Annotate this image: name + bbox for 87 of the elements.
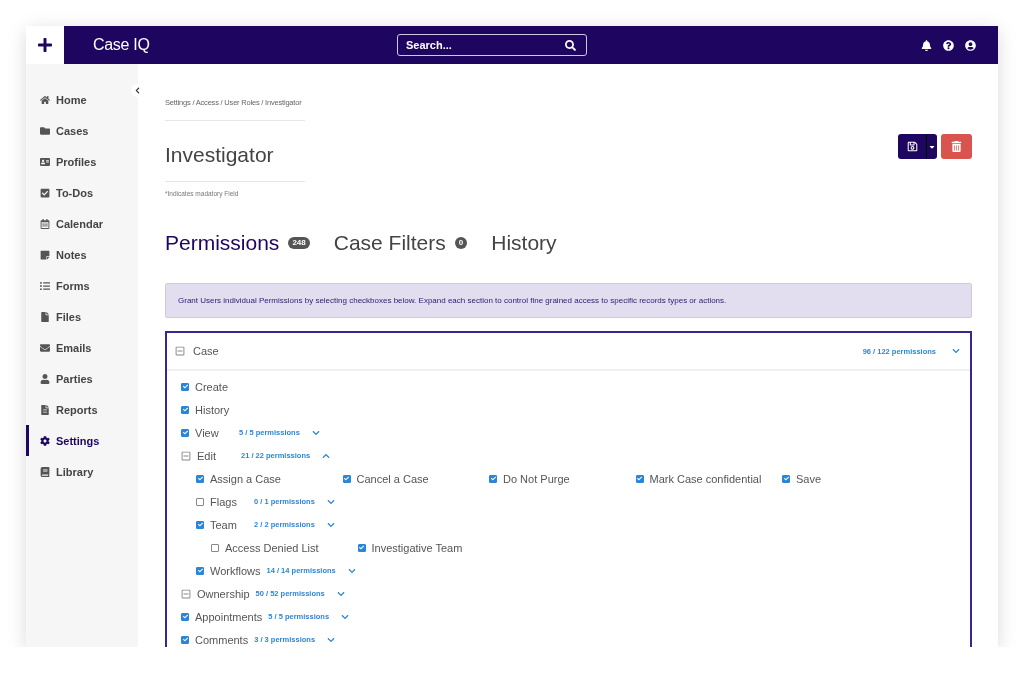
sidebar-item[interactable]: Files xyxy=(26,301,138,332)
chevron-down-icon[interactable] xyxy=(326,497,335,506)
permission-label: Access Denied List xyxy=(225,541,319,554)
chevron-down-icon[interactable] xyxy=(311,428,320,437)
permission-label: Workflows xyxy=(210,564,261,577)
tab[interactable]: History xyxy=(491,231,557,255)
id-card-icon xyxy=(40,156,50,167)
permission-label: Ownership xyxy=(197,587,250,600)
permission-label: Comments xyxy=(195,633,249,646)
folder-icon xyxy=(40,125,50,136)
permission-label: Edit xyxy=(197,449,217,462)
brand-logo: Case IQ xyxy=(93,36,151,54)
sidebar-item[interactable]: Cases xyxy=(26,115,138,146)
sidebar-item[interactable]: To-Dos xyxy=(26,177,138,208)
sidebar-item[interactable]: Calendar xyxy=(26,208,138,239)
chevron-down-icon[interactable] xyxy=(347,566,356,575)
file-icon xyxy=(40,311,50,322)
permission-label: History xyxy=(195,403,230,416)
checkbox[interactable] xyxy=(181,382,189,391)
sidebar-item[interactable]: Reports xyxy=(26,394,138,425)
checkbox[interactable] xyxy=(181,405,189,414)
checkbox[interactable] xyxy=(196,520,204,529)
permission-label: Assign a Case xyxy=(210,472,281,485)
count-badge: 248 xyxy=(288,237,310,249)
chevron-up-icon[interactable] xyxy=(322,451,331,460)
checkbox[interactable] xyxy=(181,635,189,644)
help-icon[interactable] xyxy=(943,39,954,51)
person-icon xyxy=(40,373,50,384)
checkbox[interactable] xyxy=(782,474,790,483)
permission-label: Flags xyxy=(210,495,238,508)
checkbox[interactable] xyxy=(357,543,366,552)
chevron-down-icon[interactable] xyxy=(327,635,336,644)
sidebar-item[interactable]: Forms xyxy=(26,270,138,301)
chevron-left-icon xyxy=(134,87,141,94)
add-icon[interactable] xyxy=(26,26,64,64)
checkbox[interactable] xyxy=(211,543,219,552)
sticky-note-icon xyxy=(40,249,50,260)
permission-label: Cancel a Case xyxy=(356,472,429,485)
tab[interactable]: Permissions 248 xyxy=(165,231,310,255)
search-icon[interactable] xyxy=(565,39,576,51)
permission-label: Do Not Purge xyxy=(503,472,570,485)
save-button[interactable] xyxy=(898,134,937,159)
document-icon xyxy=(40,404,50,415)
chevron-down-icon[interactable] xyxy=(326,520,335,529)
permission-label: Appointments xyxy=(195,610,263,623)
sidebar-item[interactable]: Library xyxy=(26,456,138,487)
sidebar-item[interactable]: Parties xyxy=(26,363,138,394)
checkbox[interactable] xyxy=(196,497,204,506)
user-icon[interactable] xyxy=(965,39,976,51)
checkbox[interactable] xyxy=(342,474,351,483)
permission-label: Save xyxy=(796,472,822,485)
permission-label: Team xyxy=(210,518,238,531)
permission-label: Investigative Team xyxy=(371,541,463,554)
calendar-icon xyxy=(40,218,50,229)
checkbox[interactable] xyxy=(196,566,204,575)
permission-label: View xyxy=(195,426,220,439)
sidebar-item[interactable]: Notes xyxy=(26,239,138,270)
section-title: Case xyxy=(193,345,219,357)
home-icon xyxy=(40,94,50,105)
list-icon xyxy=(40,280,50,291)
search-field[interactable]: Search... xyxy=(397,34,587,56)
bell-icon[interactable] xyxy=(921,39,932,51)
checkbox-icon xyxy=(40,187,50,198)
checkbox[interactable] xyxy=(489,474,497,483)
permission-label: Mark Case confidential xyxy=(649,472,762,485)
trash-icon xyxy=(951,141,962,152)
sidebar-item[interactable]: Home xyxy=(26,84,138,115)
checkbox[interactable] xyxy=(635,474,644,483)
checkbox[interactable] xyxy=(181,612,189,621)
chevron-down-icon[interactable] xyxy=(341,612,350,621)
envelope-icon xyxy=(40,342,50,353)
info-banner: Grant Users individual Permissions by selecting checkboxes below. Expand each section to control fine grained access to specific records types or actions. xyxy=(165,283,972,318)
sidebar-item[interactable]: Profiles xyxy=(26,146,138,177)
tab[interactable]: Case Filters 0 xyxy=(333,231,468,255)
checkbox[interactable] xyxy=(181,428,189,437)
chevron-down-icon[interactable] xyxy=(952,347,960,355)
book-icon xyxy=(40,466,50,477)
delete-button[interactable] xyxy=(941,134,972,159)
page-title: Investigator xyxy=(165,121,305,182)
chevron-down-icon[interactable] xyxy=(336,589,345,598)
sidebar-item[interactable]: Settings xyxy=(26,425,138,456)
checkbox[interactable] xyxy=(196,474,204,483)
permission-label: Create xyxy=(195,380,229,393)
settings-icon xyxy=(40,435,50,446)
save-icon xyxy=(906,141,918,152)
sidebar-item[interactable]: Emails xyxy=(26,332,138,363)
count-badge: 0 xyxy=(454,237,468,249)
